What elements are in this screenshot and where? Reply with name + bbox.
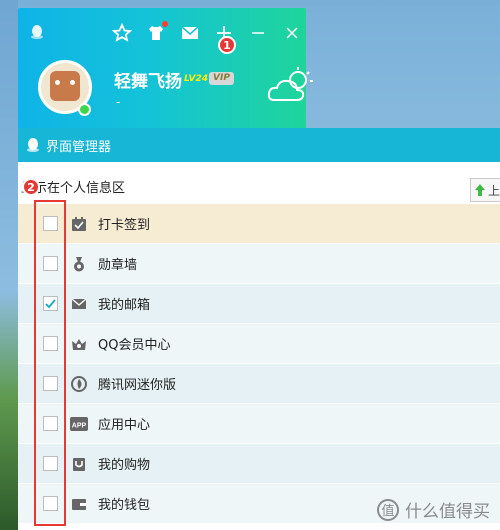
- list-item[interactable]: APP 应用中心: [18, 404, 500, 444]
- list-item[interactable]: 勋章墙: [18, 244, 500, 284]
- list-item[interactable]: 腾讯网迷你版: [18, 364, 500, 404]
- vip-badge[interactable]: VIP: [209, 72, 234, 85]
- signature[interactable]: -: [116, 95, 120, 109]
- move-up-label: 上: [487, 183, 500, 198]
- list-item-label: 应用中心: [98, 418, 151, 433]
- checkbox-checked[interactable]: [43, 296, 58, 311]
- wallet-icon: [70, 495, 88, 513]
- list-item-label: QQ会员中心: [98, 338, 171, 353]
- checkbox[interactable]: [43, 336, 58, 351]
- online-status-icon: [78, 103, 91, 116]
- minimize-icon[interactable]: [248, 23, 268, 43]
- list-item[interactable]: 我的购物: [18, 444, 500, 484]
- crown-icon: [70, 335, 88, 353]
- calendar-icon: [70, 215, 88, 233]
- watermark: 值 什么值得买: [377, 497, 490, 522]
- list-item-label: 我的邮箱: [98, 298, 151, 313]
- svg-text:APP: APP: [72, 422, 87, 429]
- level-badge: LV24: [184, 74, 208, 84]
- mail-icon[interactable]: [180, 23, 200, 43]
- desktop-background: [0, 0, 18, 530]
- interface-manager-window: 界面管理器 显示在个人信息区 上 2 打卡签到 勋章墙 我的邮箱 QQ会员中心 …: [18, 128, 500, 530]
- list-item[interactable]: 我的邮箱: [18, 284, 500, 324]
- qq-toolbar: [111, 21, 302, 44]
- weather-icon[interactable]: [266, 66, 316, 106]
- callout-2-badge: 2: [22, 178, 40, 196]
- tencent-news-icon: [70, 375, 88, 393]
- list-item[interactable]: 打卡签到: [18, 204, 500, 244]
- module-list: 打卡签到 勋章墙 我的邮箱 QQ会员中心 腾讯网迷你版 APP 应用中心 我的购…: [18, 204, 500, 524]
- close-icon[interactable]: [282, 23, 302, 43]
- mail-icon: [70, 295, 88, 313]
- callout-1-badge: 1: [218, 36, 236, 54]
- window-title: 界面管理器: [46, 139, 112, 155]
- list-item[interactable]: QQ会员中心: [18, 324, 500, 364]
- star-icon[interactable]: [111, 22, 133, 43]
- checkbox[interactable]: [43, 216, 58, 231]
- qq-logo-icon: [27, 138, 39, 152]
- window-titlebar[interactable]: 界面管理器: [18, 128, 500, 162]
- list-item-label: 我的购物: [98, 458, 151, 473]
- checkbox[interactable]: [43, 376, 58, 391]
- section-header: 显示在个人信息区 上: [18, 162, 500, 202]
- qq-logo-icon: [31, 25, 43, 39]
- checkbox[interactable]: [43, 256, 58, 271]
- shopping-icon: [70, 455, 88, 473]
- move-up-button[interactable]: 上: [470, 178, 500, 202]
- avatar-eyes: [55, 80, 75, 86]
- list-item-label: 打卡签到: [98, 218, 151, 233]
- notification-dot: [162, 21, 168, 27]
- checkmark-icon: [45, 299, 56, 309]
- list-item-label: 腾讯网迷你版: [98, 378, 177, 393]
- watermark-text: 什么值得买: [405, 502, 490, 522]
- checkbox[interactable]: [43, 416, 58, 431]
- app-icon: APP: [70, 415, 88, 433]
- arrow-up-icon: [475, 184, 485, 196]
- list-item-label: 勋章墙: [98, 258, 138, 273]
- avatar-image: [50, 71, 80, 101]
- checkbox[interactable]: [43, 496, 58, 511]
- qq-main-panel: 1 轻舞飞扬 LV24 VIP -: [18, 8, 313, 138]
- medal-icon: [70, 255, 88, 273]
- list-item-label: 我的钱包: [98, 498, 151, 513]
- shirt-icon[interactable]: [146, 21, 168, 43]
- checkbox[interactable]: [43, 456, 58, 471]
- watermark-logo-icon: 值: [377, 498, 399, 521]
- nickname[interactable]: 轻舞飞扬: [114, 67, 182, 92]
